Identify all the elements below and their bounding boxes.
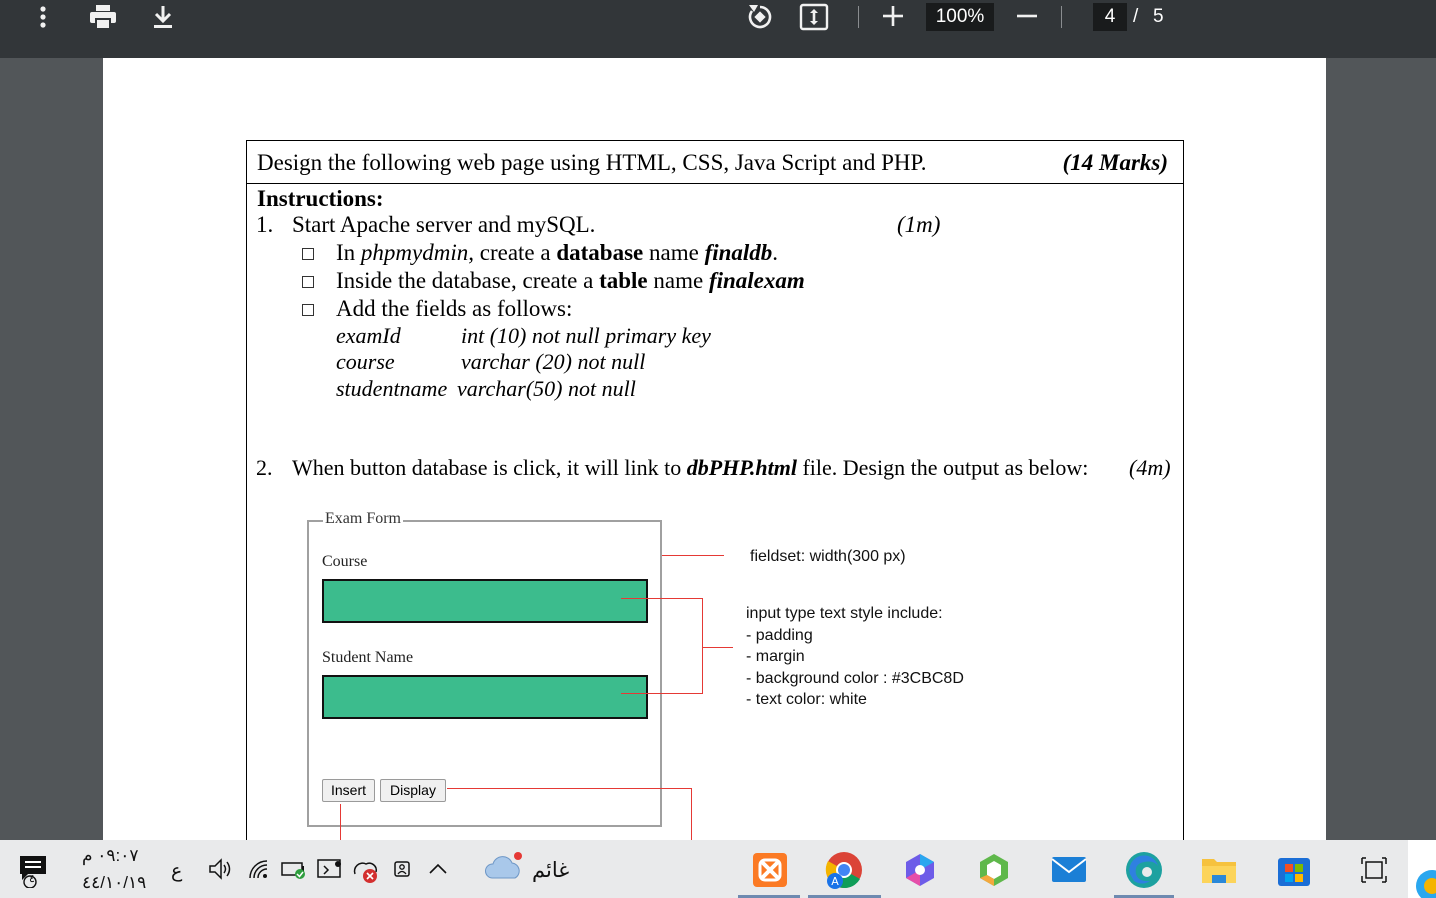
question-title: Design the following web page using HTML… — [257, 150, 927, 175]
bullet-line: In phpmydmin, create a database name fin… — [336, 240, 778, 266]
zoom-out-icon[interactable] — [1016, 5, 1038, 27]
total-pages: 5 — [1153, 6, 1164, 27]
exam-form-fieldset: Exam Form Course Student Name Insert Dis… — [307, 510, 662, 827]
display-button[interactable]: Display — [380, 779, 446, 802]
bullet-segment: . — [772, 240, 779, 265]
task-view-icon[interactable] — [1360, 856, 1388, 884]
file-explorer-icon[interactable] — [1200, 853, 1238, 887]
bullet-box — [302, 248, 314, 260]
more-vert-icon[interactable] — [36, 5, 50, 29]
input-style-note-line: input type text style include: — [746, 605, 943, 622]
field-type: varchar (20) not null — [461, 349, 646, 374]
rotate-icon[interactable] — [745, 2, 775, 32]
course-pointer-line — [621, 598, 703, 599]
bullet-segment: table — [599, 268, 648, 293]
volume-icon[interactable] — [208, 858, 234, 880]
step1-marks: (1m) — [897, 212, 941, 237]
chevron-up-icon[interactable] — [428, 862, 448, 876]
step2-text-before: When button database is click, it will l… — [292, 455, 687, 480]
svg-text:A: A — [831, 875, 839, 888]
fieldset-note: fieldset: width(300 px) — [750, 548, 906, 565]
dev-home-icon[interactable] — [976, 852, 1012, 888]
question-box: Design the following web page using HTML… — [246, 140, 1184, 864]
bullet-segment: finaldb — [704, 240, 773, 265]
bullet-box — [302, 276, 314, 288]
field-name: examId — [336, 323, 401, 348]
store-icon[interactable] — [1276, 852, 1312, 888]
field-type: varchar(50) not null — [457, 376, 636, 401]
course-input[interactable] — [322, 579, 648, 623]
notification-count: ٤ — [29, 873, 35, 885]
language-indicator[interactable]: ع — [171, 860, 182, 883]
bullet-line: Add the fields as follows: — [336, 296, 572, 322]
bullet-line: Inside the database, create a table name… — [336, 268, 805, 294]
step2-number: 2. — [256, 455, 273, 480]
instructions-heading: Instructions: — [257, 186, 384, 211]
fit-page-icon[interactable] — [799, 3, 829, 31]
page-separator: / — [1133, 6, 1139, 27]
current-page-input[interactable]: 4 — [1093, 3, 1127, 31]
bullet-segment: database — [556, 240, 644, 265]
weather-text[interactable]: غائم — [532, 858, 569, 883]
field-name: course — [336, 349, 395, 374]
field-name: studentname — [336, 376, 448, 401]
fieldset-pointer-line — [662, 555, 724, 556]
copilot-icon[interactable] — [902, 852, 938, 888]
field-type: int (10) not null primary key — [461, 323, 711, 348]
pdf-toolbar: 100% 4 / 5 — [0, 0, 1436, 58]
bullet-segment: finalexam — [708, 268, 805, 293]
course-label: Course — [322, 553, 368, 570]
step1-number: 1. — [256, 212, 274, 237]
clock-date[interactable]: ٤٤/١٠/١٩ — [82, 873, 146, 893]
input-style-note-line: - padding — [746, 626, 813, 644]
meet-icon[interactable] — [393, 857, 413, 881]
xampp-icon[interactable] — [752, 852, 788, 888]
mail-icon[interactable] — [1050, 852, 1088, 886]
button-pointer-drop — [691, 788, 692, 848]
clock-time[interactable]: ٠٩:٠٧ م — [82, 846, 139, 866]
input-style-note-line: - margin — [746, 648, 805, 665]
download-icon[interactable] — [151, 4, 175, 30]
input-style-note: input type text style include: - padding -… — [746, 603, 964, 711]
student-name-input[interactable] — [322, 675, 648, 719]
step2-text: When button database is click, it will l… — [292, 455, 1088, 481]
input-note-pointer-line — [703, 647, 733, 648]
bullet-box — [302, 304, 314, 316]
show-desktop[interactable] — [1408, 840, 1436, 898]
pdf-page: Design the following web page using HTML… — [103, 58, 1326, 864]
bullet-segment: phpmydmin, — [360, 240, 474, 265]
partial-app-icon — [1416, 870, 1436, 898]
fieldset-legend: Exam Form — [323, 510, 403, 528]
bullet-segment: In — [336, 240, 361, 265]
bullet-segment: name — [643, 240, 705, 265]
input-style-note-line: - text color: white — [746, 691, 867, 708]
wifi-icon[interactable] — [247, 858, 271, 880]
display-icon[interactable] — [316, 858, 344, 882]
step2-text-after: file. Design the output as below: — [796, 455, 1089, 480]
network-warning-icon[interactable] — [352, 858, 380, 884]
zoom-in-icon[interactable] — [882, 5, 904, 27]
battery-icon[interactable] — [281, 860, 307, 880]
edge-icon[interactable] — [1124, 850, 1164, 890]
bullet-segment: create a — [474, 240, 557, 265]
question-marks: (14 Marks) — [1062, 150, 1168, 175]
button-pointer-line — [447, 788, 692, 789]
bullet-segment: name — [647, 268, 709, 293]
input-style-note-line: - background color : #3CBC8D — [746, 669, 964, 687]
insert-button[interactable]: Insert — [322, 779, 375, 802]
print-icon[interactable] — [89, 4, 117, 30]
taskbar: ٤ ٠٩:٠٧ م ٤٤/١٠/١٩ ع غائم A — [0, 840, 1436, 898]
step1-text: Start Apache server and mySQL. — [292, 212, 596, 237]
question-header: Design the following web page using HTML… — [247, 141, 1183, 184]
bullet-segment: Inside the database, create a — [336, 268, 600, 293]
chrome-icon[interactable]: A — [824, 850, 864, 890]
step2-marks: (4m) — [1129, 455, 1171, 480]
zoom-level[interactable]: 100% — [926, 3, 994, 31]
weather-cloud-icon[interactable] — [484, 850, 524, 884]
student-pointer-line — [621, 693, 703, 694]
student-name-label: Student Name — [322, 649, 414, 666]
bullet-segment: Add the fields as follows: — [336, 296, 573, 321]
step2-file: dbPHP.html — [686, 455, 797, 480]
input-bracket-line — [702, 598, 703, 694]
